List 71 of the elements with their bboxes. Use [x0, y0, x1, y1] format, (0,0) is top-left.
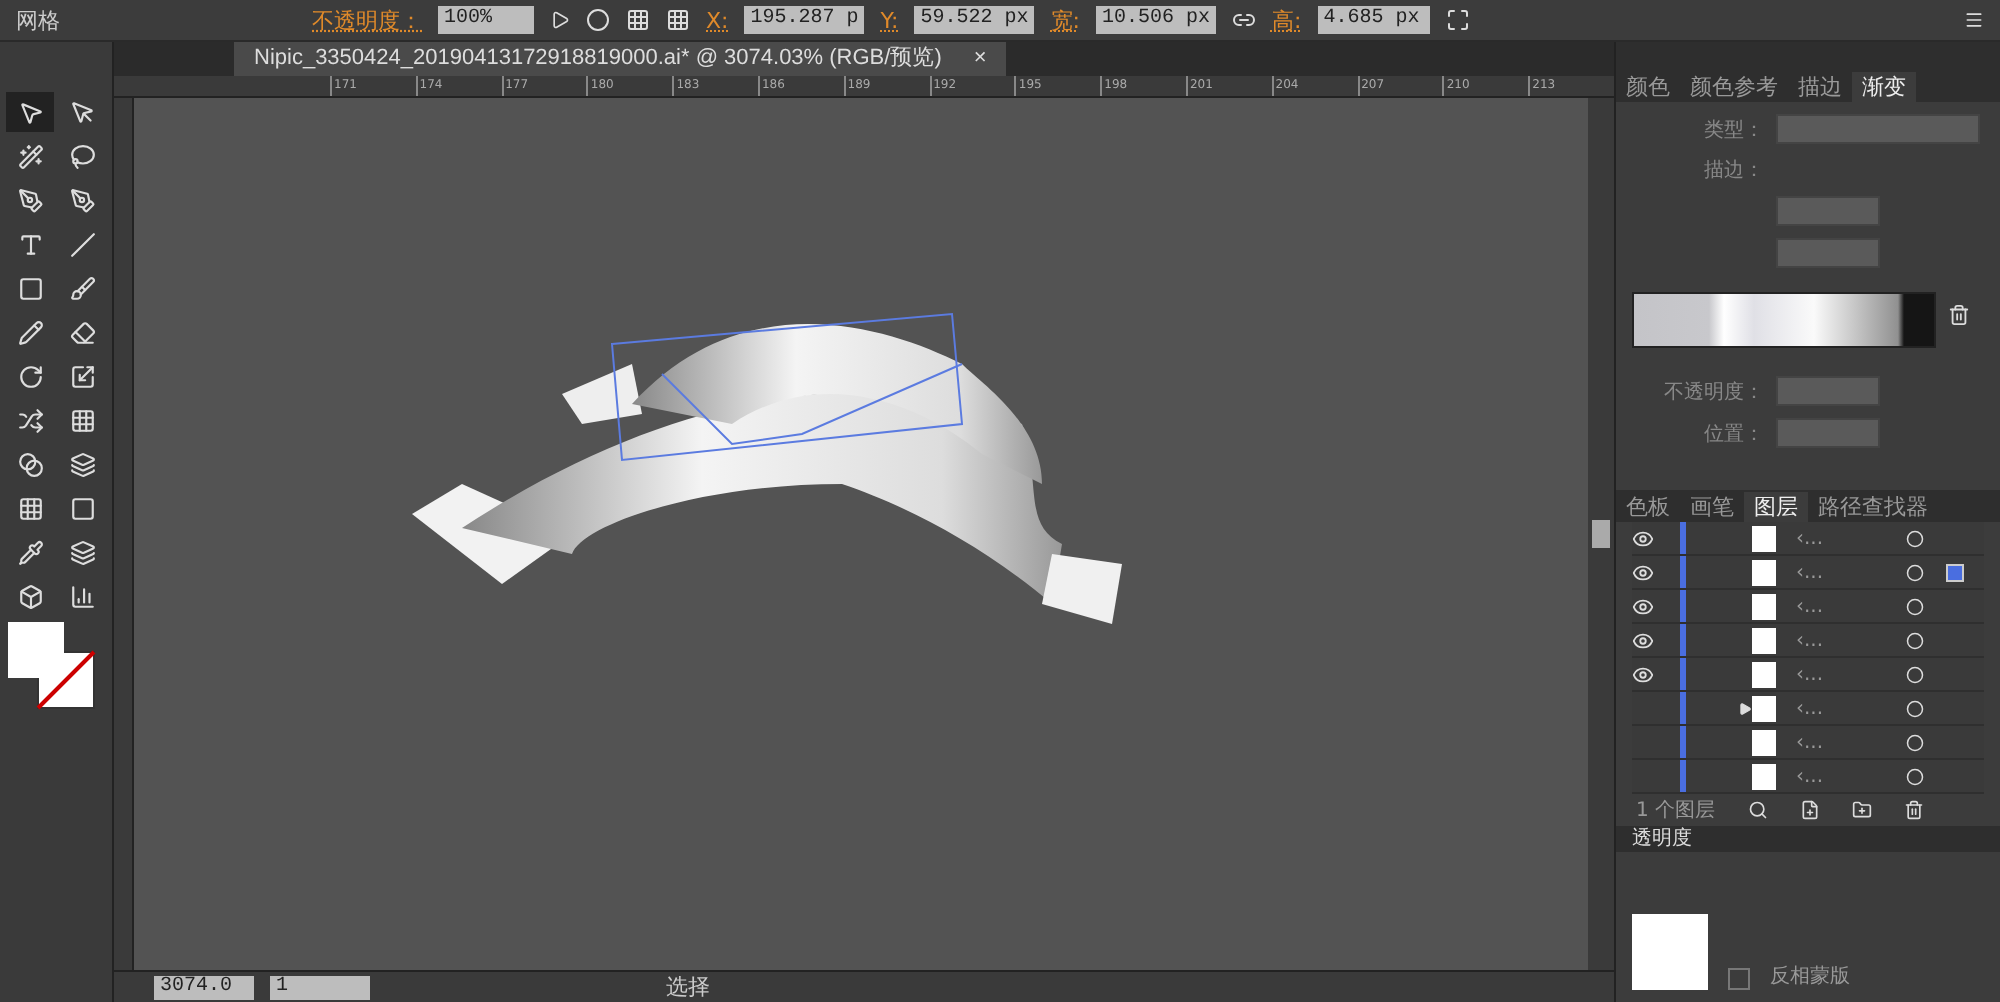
stroke-label: 描边：: [1702, 157, 1764, 184]
status-text: 选择: [666, 972, 710, 1002]
layer-row[interactable]: ‹...: [1632, 692, 1984, 726]
invert-mask-label: 反相蒙版: [1770, 963, 1850, 990]
mask-thumbnail: [1632, 914, 1708, 990]
layer-row[interactable]: ‹...: [1632, 556, 1984, 590]
layer-name[interactable]: ‹...: [1796, 697, 1906, 719]
type-label: 类型：: [1702, 117, 1764, 143]
layer-count: 1 个图层: [1636, 798, 1716, 824]
panel-tab[interactable]: 颜色: [1616, 72, 1680, 102]
opacity-label[interactable]: 不透明度：: [312, 5, 422, 35]
layer-thumbnail: [1752, 627, 1776, 653]
page-field[interactable]: 1: [270, 975, 370, 999]
delete-icon[interactable]: [1948, 303, 1970, 325]
panel-tab[interactable]: 渐变: [1852, 72, 1916, 102]
document-tab[interactable]: Nipic_3350424_20190413172918819000.ai* @ 3074.03% (RGB/预览) ×: [234, 42, 1007, 76]
panel-tab[interactable]: 画笔: [1680, 492, 1744, 522]
layer-row[interactable]: ‹...: [1632, 522, 1984, 556]
layer-name[interactable]: ‹...: [1796, 561, 1906, 583]
panel-tab[interactable]: 颜色参考: [1680, 72, 1788, 102]
position-label: 位置：: [1702, 421, 1764, 447]
panel-tab[interactable]: 图层: [1744, 492, 1808, 522]
vertical-scrollbar[interactable]: [1588, 98, 1614, 970]
y-label[interactable]: Y:: [880, 7, 899, 33]
layer-row[interactable]: ‹...: [1632, 726, 1984, 760]
search-icon[interactable]: [1747, 800, 1768, 820]
layer-row[interactable]: ‹...: [1632, 624, 1984, 658]
x-field[interactable]: 195.287 p: [744, 6, 865, 34]
layer-thumbnail: [1752, 593, 1776, 619]
panel-title[interactable]: 透明度: [1616, 826, 2000, 852]
layer-thumbnail: [1752, 559, 1776, 585]
layer-name[interactable]: ‹...: [1796, 527, 1906, 549]
layer-row[interactable]: ‹...: [1632, 658, 1984, 692]
layer-row[interactable]: ‹...: [1632, 760, 1984, 794]
layer-thumbnail: [1752, 525, 1776, 551]
layer-thumbnail: [1752, 661, 1776, 687]
height-label[interactable]: 高:: [1271, 5, 1302, 35]
new-layer-icon[interactable]: [1851, 800, 1872, 820]
selection-bounding-box[interactable]: [609, 312, 963, 462]
layer-thumbnail: [1752, 695, 1776, 721]
new-sublayer-icon[interactable]: [1799, 800, 1820, 820]
mesh-label: 网格: [16, 5, 60, 35]
play-icon[interactable]: [550, 10, 570, 30]
expand-icon[interactable]: [1738, 701, 1752, 715]
width-field[interactable]: 10.506 px: [1095, 6, 1216, 34]
layer-name[interactable]: ‹...: [1796, 663, 1906, 685]
x-label[interactable]: X:: [706, 7, 729, 33]
link-icon[interactable]: [1231, 8, 1256, 32]
layer-thumbnail: [1752, 763, 1776, 789]
panel-tab[interactable]: 色板: [1616, 492, 1680, 522]
invert-mask-checkbox[interactable]: [1728, 968, 1750, 990]
layer-name[interactable]: ‹...: [1796, 595, 1906, 617]
layer-name[interactable]: ‹...: [1796, 765, 1906, 787]
panel-tab[interactable]: 路径查找器: [1808, 492, 1938, 522]
menu-icon[interactable]: [1964, 10, 1984, 30]
y-field[interactable]: 59.522 px: [914, 6, 1035, 34]
close-tab-icon[interactable]: ×: [973, 42, 987, 76]
zoom-field[interactable]: 3074.0: [154, 975, 254, 999]
width-label[interactable]: 宽:: [1050, 5, 1080, 35]
layer-thumbnail: [1752, 729, 1776, 755]
transform-grid-icon[interactable]: [666, 8, 690, 32]
layer-row[interactable]: ‹...: [1632, 590, 1984, 624]
layer-name[interactable]: ‹...: [1796, 629, 1906, 651]
layer-name[interactable]: ‹...: [1796, 731, 1906, 753]
opacity-label: 不透明度：: [1662, 379, 1764, 405]
panel-tab[interactable]: 描边: [1788, 72, 1852, 102]
reference-point-icon[interactable]: [626, 8, 650, 32]
opacity-field[interactable]: 100%: [438, 6, 534, 34]
fill-stroke-swatch-icon[interactable]: [6, 620, 98, 712]
delete-icon[interactable]: [1903, 800, 1924, 820]
height-field[interactable]: 4.685 px: [1317, 6, 1430, 34]
